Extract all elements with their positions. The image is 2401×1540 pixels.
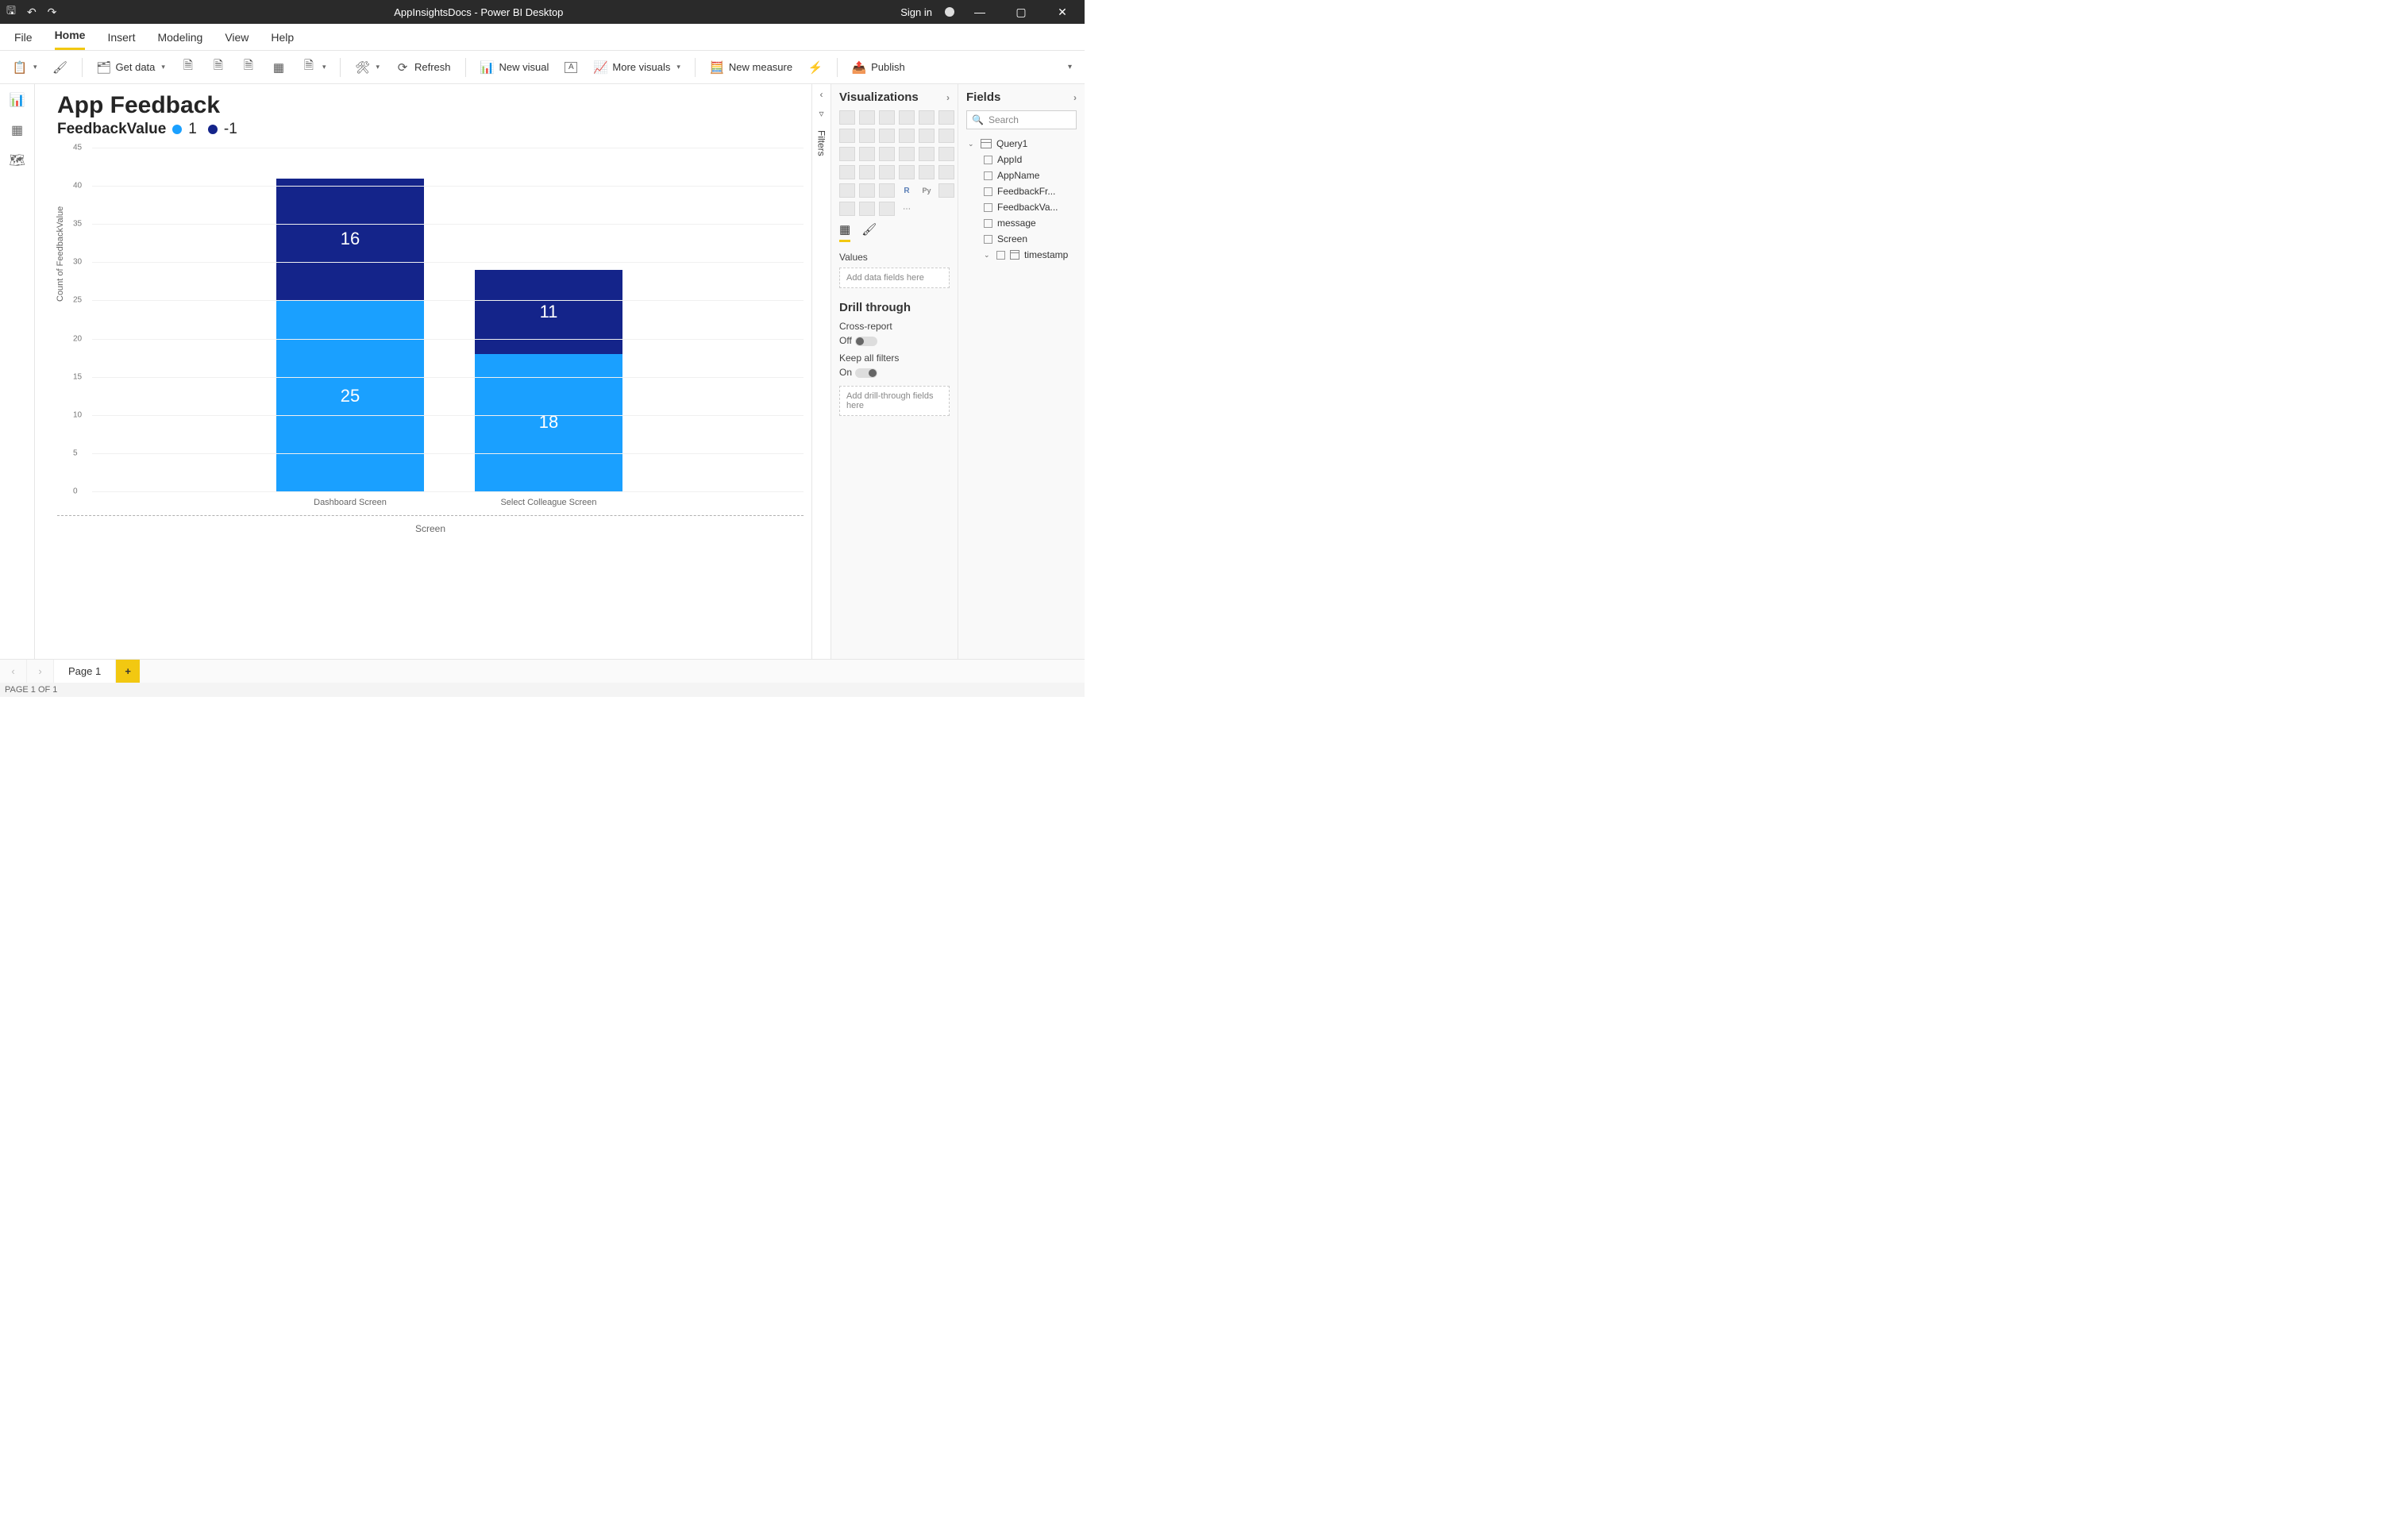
pbi-dataset-button[interactable]: 🗎 [206, 57, 230, 78]
legend-swatch-1-icon [172, 125, 182, 134]
title-bar: 🖫 ↶ ↷ AppInsightsDocs - Power BI Desktop… [0, 0, 1085, 24]
report-title: App Feedback [57, 92, 805, 119]
field-message[interactable]: message [966, 215, 1077, 231]
drill-through-header: Drill through [839, 301, 950, 314]
enter-data-button[interactable]: ▦ [267, 57, 291, 78]
values-well[interactable]: Add data fields here [839, 268, 950, 288]
ribbon-overflow-icon[interactable]: ▾ [1068, 63, 1077, 71]
expand-filters-icon[interactable]: ‹ [820, 89, 823, 100]
data-view-icon[interactable]: ▦ [10, 122, 25, 138]
report-view-icon[interactable]: 📊 [10, 92, 25, 108]
fields-header: Fields [966, 90, 1000, 104]
stacked-bar-chart[interactable]: Count of FeedbackValue Screen 16251118 0… [57, 143, 804, 516]
fields-well-tab-icon[interactable]: ▦ [839, 222, 850, 242]
cross-report-toggle[interactable] [855, 337, 877, 346]
new-measure-button[interactable]: 🧮New measure [705, 57, 797, 78]
view-rail: 📊 ▦ 🗺 [0, 84, 35, 659]
minimize-button[interactable]: — [964, 6, 996, 18]
visualization-picker[interactable]: RPy ⋯ [839, 110, 950, 216]
window-title: AppInsightsDocs - Power BI Desktop [56, 6, 900, 18]
table-icon [981, 139, 992, 148]
page-next-button[interactable]: › [27, 660, 54, 683]
keep-filters-toggle[interactable] [855, 368, 877, 378]
field-feedbackfr[interactable]: FeedbackFr... [966, 183, 1077, 199]
menu-home[interactable]: Home [55, 29, 86, 50]
calendar-icon [1010, 250, 1019, 260]
bar-0[interactable]: 1625 [276, 179, 424, 492]
page-status: PAGE 1 OF 1 [5, 685, 57, 695]
cross-report-label: Cross-report [839, 321, 950, 332]
fields-pane: Fields › 🔍 Search ⌄ Query1 AppId AppName… [958, 84, 1085, 659]
collapse-fields-icon[interactable]: › [1073, 92, 1077, 103]
excel-source-button[interactable]: 🗎 [176, 57, 200, 78]
signin-link[interactable]: Sign in [900, 6, 932, 18]
category-label: Select Colleague Screen [475, 498, 622, 507]
add-page-button[interactable]: + [116, 660, 140, 683]
bar-1[interactable]: 1118 [475, 270, 622, 491]
model-view-icon[interactable]: 🗺 [10, 152, 25, 168]
page-tabs: ‹ › Page 1 + [0, 659, 1085, 683]
maximize-button[interactable]: ▢ [1005, 6, 1037, 19]
field-feedbackva[interactable]: FeedbackVa... [966, 199, 1077, 215]
format-painter-button[interactable]: 🖌 [48, 57, 72, 78]
new-visual-button[interactable]: 📊New visual [476, 57, 554, 78]
visualizations-header: Visualizations [839, 90, 919, 104]
report-canvas[interactable]: App Feedback FeedbackValue 1 -1 Count of… [35, 84, 811, 659]
transform-data-button[interactable]: 🛠▾ [350, 57, 384, 78]
avatar-placeholder-icon[interactable] [945, 7, 954, 17]
x-axis-title: Screen [57, 523, 804, 534]
legend-swatch-2-icon [208, 125, 218, 134]
search-icon: 🔍 [972, 114, 984, 125]
recent-sources-button[interactable]: 🗎▾ [297, 57, 331, 78]
menu-file[interactable]: File [14, 31, 33, 50]
close-button[interactable]: ✕ [1046, 6, 1078, 19]
category-label: Dashboard Screen [276, 498, 424, 507]
refresh-button[interactable]: ⟳Refresh [391, 57, 456, 78]
publish-button[interactable]: 📤Publish [847, 57, 910, 78]
text-box-button[interactable]: A [560, 59, 582, 76]
ribbon: 📋▾ 🖌 🗂Get data▾ 🗎 🗎 🗎 ▦ 🗎▾ 🛠▾ ⟳Refresh 📊… [0, 51, 1085, 84]
field-appid[interactable]: AppId [966, 152, 1077, 167]
format-tab-icon[interactable]: 🖌 [861, 222, 877, 242]
get-data-button[interactable]: 🗂Get data▾ [92, 57, 170, 78]
menu-modeling[interactable]: Modeling [157, 31, 202, 50]
menu-help[interactable]: Help [271, 31, 294, 50]
page-tab-1[interactable]: Page 1 [54, 660, 116, 683]
filters-funnel-icon: ▿ [819, 108, 823, 119]
undo-icon[interactable]: ↶ [27, 6, 37, 19]
y-axis-title: Count of FeedbackValue [56, 206, 65, 302]
paste-button[interactable]: 📋▾ [8, 57, 42, 78]
values-label: Values [839, 252, 950, 263]
collapse-visualizations-icon[interactable]: › [946, 92, 950, 103]
redo-icon[interactable]: ↷ [48, 6, 57, 19]
keep-filters-label: Keep all filters [839, 352, 950, 364]
menu-tabs: File Home Insert Modeling View Help [0, 24, 1085, 51]
fields-search-input[interactable]: 🔍 Search [966, 110, 1077, 129]
menu-view[interactable]: View [225, 31, 249, 50]
field-screen[interactable]: Screen [966, 231, 1077, 247]
page-prev-button[interactable]: ‹ [0, 660, 27, 683]
drill-through-well[interactable]: Add drill-through fields here [839, 386, 950, 416]
field-timestamp[interactable]: ⌄timestamp [966, 247, 1077, 263]
table-query1[interactable]: ⌄ Query1 [966, 136, 1077, 152]
quick-measure-button[interactable]: ⚡ [804, 57, 827, 78]
status-bar: PAGE 1 OF 1 [0, 683, 1085, 697]
sql-source-button[interactable]: 🗎 [237, 57, 260, 78]
filters-label: Filters [816, 130, 827, 156]
save-icon[interactable]: 🖫 [6, 2, 16, 21]
field-appname[interactable]: AppName [966, 167, 1077, 183]
menu-insert[interactable]: Insert [107, 31, 135, 50]
more-visuals-button[interactable]: 📈More visuals▾ [588, 57, 685, 78]
chart-legend: FeedbackValue 1 -1 [57, 121, 805, 138]
filters-pane-collapsed[interactable]: ‹ ▿ Filters [811, 84, 831, 659]
visualizations-pane: Visualizations › RPy ⋯ ▦ 🖌 Values Add da… [831, 84, 958, 659]
